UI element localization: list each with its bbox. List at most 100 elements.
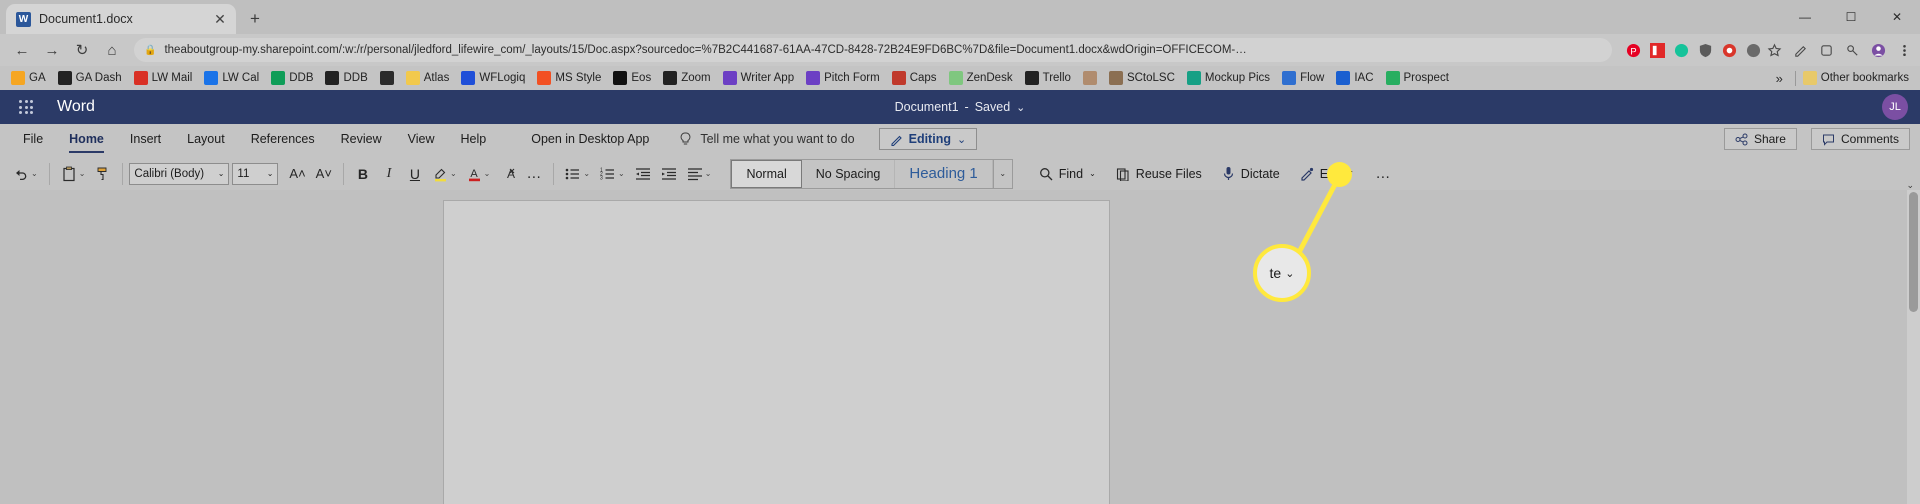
format-painter-button[interactable] (90, 160, 116, 188)
vertical-scrollbar[interactable] (1907, 190, 1920, 504)
chevron-down-icon[interactable]: ⌄ (79, 169, 86, 178)
grow-font-button[interactable]: A˄ (284, 160, 310, 188)
numbering-button[interactable]: 123 ⌄ (595, 160, 630, 188)
word-app-name[interactable]: Word (57, 98, 95, 116)
profile-icon[interactable] (1871, 43, 1886, 58)
dictate-button[interactable]: Dictate (1212, 166, 1290, 181)
saved-status[interactable]: Saved (975, 100, 1010, 114)
chevron-down-icon[interactable]: ⌄ (450, 169, 457, 178)
forward-icon[interactable]: → (38, 36, 66, 64)
bookmark-item[interactable]: DDB (266, 69, 318, 87)
bookmark-item[interactable]: Caps (887, 69, 942, 87)
bookmark-item[interactable]: WFLogiq (456, 69, 530, 87)
bookmark-item[interactable]: Writer App (718, 69, 799, 87)
document-page[interactable] (443, 200, 1110, 504)
key-icon[interactable] (1845, 43, 1860, 58)
increase-indent-button[interactable] (656, 160, 682, 188)
bookmarks-overflow-button[interactable]: » (1766, 71, 1793, 86)
paste-button[interactable]: ⌄ (56, 160, 91, 188)
decrease-indent-button[interactable] (630, 160, 656, 188)
chevron-down-icon[interactable]: ⌄ (1016, 101, 1025, 114)
tab-references[interactable]: References (238, 126, 328, 152)
bookmark-item[interactable]: LW Cal (199, 69, 264, 87)
bookmark-item[interactable]: Prospect (1381, 69, 1454, 87)
tab-file[interactable]: File (10, 126, 56, 152)
bookmark-item[interactable]: DDB (320, 69, 372, 87)
app-launcher-icon[interactable] (13, 94, 39, 120)
close-icon[interactable]: ✕ (212, 11, 228, 27)
new-tab-button[interactable]: + (242, 6, 268, 32)
tab-layout[interactable]: Layout (174, 126, 238, 152)
bookmark-item[interactable]: Pitch Form (801, 69, 885, 87)
comments-button[interactable]: Comments (1810, 128, 1910, 150)
chevron-down-icon[interactable]: ⌄ (618, 169, 625, 178)
minimize-button[interactable]: — (1782, 0, 1828, 34)
bookmark-item[interactable]: GA Dash (53, 69, 127, 87)
tab-help[interactable]: Help (448, 126, 500, 152)
chevron-down-icon[interactable]: ⌄ (583, 169, 590, 178)
align-button[interactable]: ⌄ (682, 160, 717, 188)
maximize-button[interactable]: ☐ (1828, 0, 1874, 34)
clear-formatting-button[interactable]: A (495, 160, 521, 188)
tab-review[interactable]: Review (328, 126, 395, 152)
target-icon[interactable] (1722, 43, 1737, 58)
bookmark-item[interactable]: ZenDesk (944, 69, 1018, 87)
italic-button[interactable]: I (376, 160, 402, 188)
chevron-down-icon[interactable]: ⌄ (484, 169, 491, 178)
bold-button[interactable]: B (350, 160, 376, 188)
pinterest-icon[interactable]: P (1626, 43, 1641, 58)
shrink-font-button[interactable]: A˅ (311, 160, 337, 188)
highlight-button[interactable]: ⌄ (428, 160, 462, 188)
bookmark-item[interactable]: Mockup Pics (1182, 69, 1275, 87)
puzzle-icon[interactable] (1819, 43, 1834, 58)
chevron-down-icon[interactable]: ⌄ (705, 169, 712, 178)
grammarly-icon[interactable] (1674, 43, 1689, 58)
scrollbar-thumb[interactable] (1909, 192, 1918, 312)
bookmark-item[interactable]: MS Style (532, 69, 606, 87)
bookmark-star-icon[interactable] (1767, 43, 1782, 58)
reload-icon[interactable]: ↻ (68, 36, 96, 64)
bookmark-item[interactable]: GA (6, 69, 51, 87)
extension-icon[interactable] (1746, 43, 1761, 58)
shield-icon[interactable] (1698, 43, 1713, 58)
tab-insert[interactable]: Insert (117, 126, 174, 152)
bookmark-item[interactable]: Trello (1020, 69, 1076, 87)
undo-button[interactable]: ⌄ (8, 160, 43, 188)
open-in-desktop-app-button[interactable]: Open in Desktop App (521, 126, 659, 152)
font-size-select[interactable]: 11 ⌄ (232, 162, 279, 185)
other-bookmarks-button[interactable]: Other bookmarks (1798, 69, 1914, 87)
browser-tab[interactable]: W Document1.docx ✕ (6, 4, 236, 34)
share-button[interactable]: Share (1723, 128, 1797, 150)
tab-home[interactable]: Home (56, 126, 117, 153)
edit-icon[interactable] (1793, 43, 1808, 58)
style-normal[interactable]: Normal (731, 159, 802, 188)
bookmark-item[interactable]: Atlas (401, 69, 455, 87)
reuse-files-button[interactable]: Reuse Files (1106, 167, 1212, 181)
style-heading-1[interactable]: Heading 1 (895, 159, 993, 188)
home-icon[interactable]: ⌂ (98, 36, 126, 64)
bookmark-item[interactable]: Flow (1277, 69, 1329, 87)
tab-view[interactable]: View (395, 126, 448, 152)
underline-button[interactable]: U (402, 160, 428, 188)
address-bar[interactable]: 🔒 theaboutgroup-my.sharepoint.com/:w:/r/… (134, 38, 1612, 62)
bookmark-item[interactable] (375, 69, 399, 87)
chevron-down-icon[interactable]: ⌄ (31, 169, 38, 178)
menu-icon[interactable] (1897, 43, 1912, 58)
bookmark-item[interactable]: Eos (608, 69, 656, 87)
flipboard-icon[interactable] (1650, 42, 1665, 58)
tell-me-search[interactable]: Tell me what you want to do (679, 132, 855, 147)
close-window-button[interactable]: ✕ (1874, 0, 1920, 34)
editing-mode-button[interactable]: Editing ⌄ (878, 128, 978, 150)
bullets-button[interactable]: ⌄ (560, 160, 595, 188)
bookmark-item[interactable]: IAC (1331, 69, 1378, 87)
style-gallery-more-button[interactable]: ⌄ (993, 159, 1012, 188)
more-commands-button[interactable]: … (1370, 160, 1396, 188)
bookmark-item[interactable] (1078, 69, 1102, 87)
bookmark-item[interactable]: LW Mail (129, 69, 198, 87)
bookmark-item[interactable]: SCtoLSC (1104, 69, 1180, 87)
more-font-options-button[interactable]: … (521, 160, 547, 188)
bookmark-item[interactable]: Zoom (658, 69, 715, 87)
back-icon[interactable]: ← (8, 36, 36, 64)
font-color-button[interactable]: A ⌄ (462, 160, 496, 188)
style-no-spacing[interactable]: No Spacing (802, 159, 896, 188)
